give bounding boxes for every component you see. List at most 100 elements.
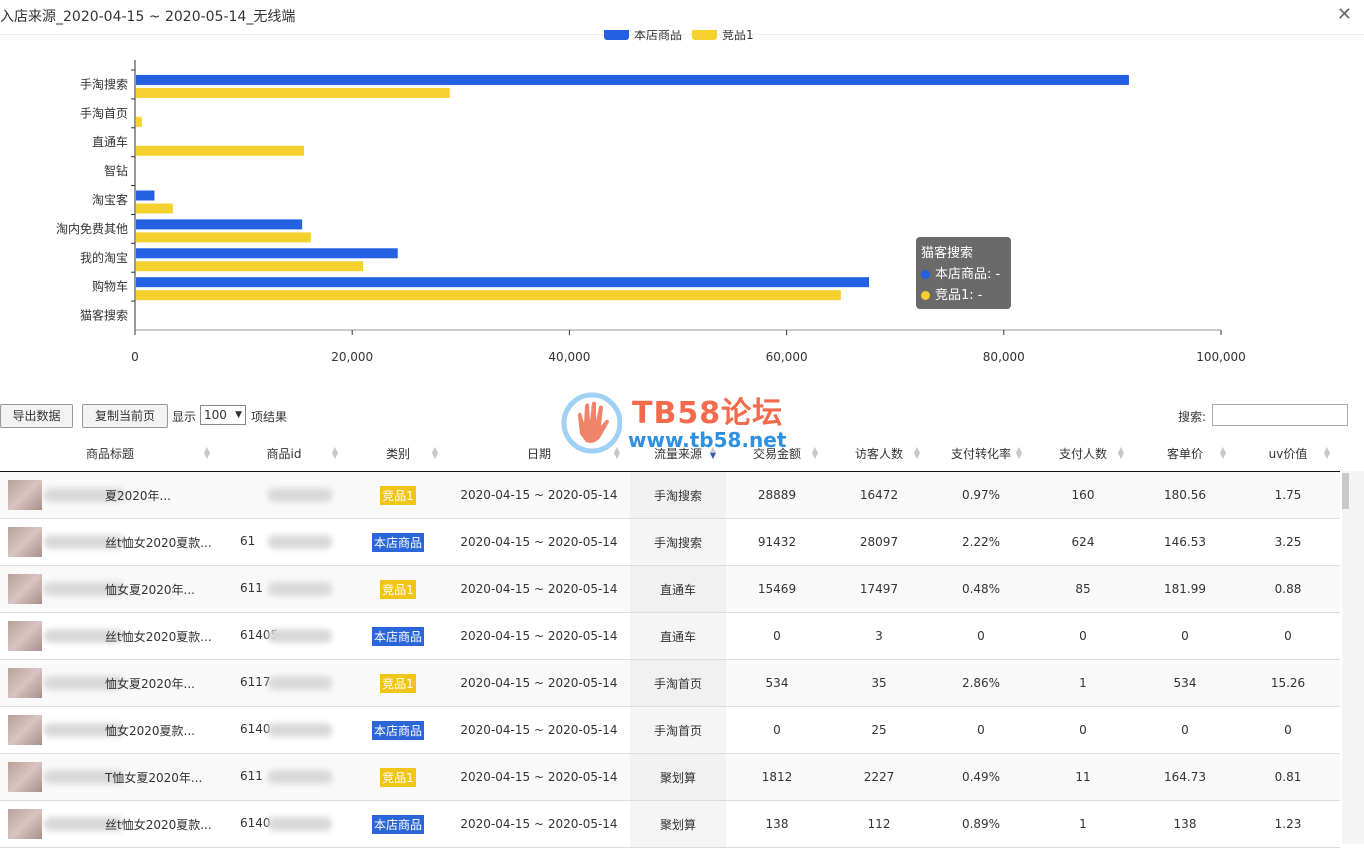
visitors-cell: 25 bbox=[828, 706, 930, 754]
header-col-amount[interactable]: 交易金额 ▲ ▼ bbox=[726, 435, 828, 472]
header-label: 支付转化率 bbox=[950, 446, 1011, 461]
sort-arrows-icon: ▲ ▼ bbox=[1219, 446, 1226, 460]
header-col-id[interactable]: 商品id ▲ ▼ bbox=[220, 435, 348, 472]
uv-cell: 1.23 bbox=[1236, 800, 1340, 848]
header-col-unit-price[interactable]: 客单价 ▲ ▼ bbox=[1134, 435, 1236, 472]
product-title: 恤女夏2020年... bbox=[105, 583, 195, 597]
table-row[interactable]: T恤女夏2020年... 611 竞品1 2020-04-15 ~ 2020-05-1… bbox=[0, 753, 1340, 801]
product-title-cell[interactable]: 丝t恤女2020夏款... bbox=[0, 800, 220, 848]
header-label: 商品id bbox=[266, 446, 302, 461]
amount-cell: 28889 bbox=[726, 471, 828, 519]
page-size-value: 100 bbox=[204, 408, 227, 422]
copy-current-page-button[interactable]: 复制当前页 bbox=[82, 404, 168, 428]
sort-arrows-icon: ▲ ▼ bbox=[913, 446, 920, 460]
buyers-cell: 0 bbox=[1032, 612, 1134, 660]
visitors-cell: 35 bbox=[828, 659, 930, 707]
table-row[interactable]: 丝t恤女2020夏款... 61 本店商品 2020-04-15 ~ 2020-05-… bbox=[0, 518, 1340, 566]
header-col-visitors[interactable]: 访客人数 ▲ ▼ bbox=[828, 435, 930, 472]
visitors-cell: 16472 bbox=[828, 471, 930, 519]
product-id: 6140 bbox=[240, 816, 271, 830]
date-cell: 2020-04-15 ~ 2020-05-14 bbox=[448, 659, 630, 707]
category-cell: 竞品1 bbox=[348, 753, 448, 801]
header-col-uv[interactable]: uv价值 ▲ ▼ bbox=[1236, 435, 1340, 472]
own-series-dot-icon bbox=[921, 270, 930, 279]
header-col-type[interactable]: 类别 ▲ ▼ bbox=[348, 435, 448, 472]
category-badge: 竞品1 bbox=[380, 767, 416, 787]
tooltip-line-competitor-text: 竞品1: - bbox=[935, 288, 983, 303]
table-header-row: 商品标题 ▲ ▼ 商品id ▲ ▼ 类别 ▲ ▼ 日期 ▲ ▼ 流量来源 ▲ ▼ 交易金额 ▲ ▼ 访客人数 ▲ ▼ 支付… bbox=[0, 435, 1340, 472]
category-label: 猫客搜索 bbox=[80, 308, 128, 323]
amount-cell: 91432 bbox=[726, 518, 828, 566]
header-label: 客单价 bbox=[1166, 446, 1203, 461]
table-row[interactable]: 夏2020年... 竞品1 2020-04-15 ~ 2020-05-14 手淘搜索 2… bbox=[0, 471, 1340, 519]
header-col-title[interactable]: 商品标题 ▲ ▼ bbox=[0, 435, 220, 472]
bar-competitor bbox=[136, 87, 450, 98]
header-col-buyers[interactable]: 支付人数 ▲ ▼ bbox=[1032, 435, 1134, 472]
table-row[interactable]: 恤女2020夏款... 6140 本店商品 2020-04-15 ~ 2020-05-… bbox=[0, 706, 1340, 754]
uv-cell: 0 bbox=[1236, 612, 1340, 660]
legend-swatch-0 bbox=[604, 26, 629, 40]
category-label: 直通车 bbox=[92, 134, 128, 149]
date-cell: 2020-04-15 ~ 2020-05-14 bbox=[448, 706, 630, 754]
table-row[interactable]: 恤女夏2020年... 6117 竞品1 2020-04-15 ~ 2020-05-1… bbox=[0, 659, 1340, 707]
tooltip-line-own-text: 本店商品: - bbox=[935, 267, 1001, 282]
sort-down-icon: ▼ bbox=[1323, 451, 1330, 460]
category-badge: 本店商品 bbox=[371, 720, 424, 740]
date-cell: 2020-04-15 ~ 2020-05-14 bbox=[448, 753, 630, 801]
product-title-cell[interactable]: 恤女夏2020年... bbox=[0, 565, 220, 613]
source-cell: 手淘首页 bbox=[630, 659, 726, 707]
product-title-cell[interactable]: 恤女2020夏款... bbox=[0, 706, 220, 754]
sort-down-icon: ▼ bbox=[1219, 451, 1226, 460]
sort-arrows-icon: ▲ ▼ bbox=[332, 446, 338, 460]
header-label: 流量来源 bbox=[653, 446, 702, 461]
table-scrollbar[interactable] bbox=[1342, 471, 1364, 844]
sort-down-icon: ▼ bbox=[913, 451, 920, 460]
visitors-cell: 2227 bbox=[828, 753, 930, 801]
sort-down-icon: ▼ bbox=[811, 451, 818, 460]
product-title-cell[interactable]: 丝t恤女2020夏款... bbox=[0, 612, 220, 660]
product-title-cell[interactable]: T恤女夏2020年... bbox=[0, 753, 220, 801]
page-size-select[interactable]: 100 ▼ bbox=[200, 405, 246, 425]
uv-cell: 0.81 bbox=[1236, 753, 1340, 801]
sort-arrows-icon: ▲ ▼ bbox=[1118, 446, 1124, 460]
visitors-cell: 17497 bbox=[828, 565, 930, 613]
buyers-cell: 85 bbox=[1032, 565, 1134, 613]
source-cell: 手淘搜索 bbox=[630, 471, 726, 519]
redacted-id bbox=[268, 582, 332, 596]
header-label: 交易金额 bbox=[752, 446, 801, 461]
product-title-cell[interactable]: 丝t恤女2020夏款... bbox=[0, 518, 220, 566]
category-cell: 竞品1 bbox=[348, 565, 448, 613]
buyers-cell: 0 bbox=[1032, 706, 1134, 754]
bar-competitor bbox=[136, 261, 363, 272]
export-data-button[interactable]: 导出数据 bbox=[0, 404, 73, 428]
source-cell: 手淘首页 bbox=[630, 706, 726, 754]
search-input[interactable] bbox=[1212, 404, 1348, 426]
product-thumbnail bbox=[8, 527, 42, 557]
table-body: 夏2020年... 竞品1 2020-04-15 ~ 2020-05-14 手淘搜索 2… bbox=[0, 471, 1340, 848]
sort-arrows-icon: ▲ ▼ bbox=[432, 446, 438, 460]
product-title: 恤女夏2020年... bbox=[105, 677, 195, 691]
bar-own bbox=[136, 277, 870, 288]
close-icon[interactable]: ✕ bbox=[1337, 4, 1352, 25]
product-id-cell bbox=[220, 471, 348, 519]
bar-chart: 本店商品 竞品1手淘搜索手淘首页直通车智钻淘宝客淘内免费其他我的淘宝购物车猫客搜索… bbox=[56, 26, 1246, 364]
date-cell: 2020-04-15 ~ 2020-05-14 bbox=[448, 800, 630, 848]
category-cell: 本店商品 bbox=[348, 706, 448, 754]
header-label: 支付人数 bbox=[1058, 446, 1107, 461]
product-title-cell[interactable]: 恤女夏2020年... bbox=[0, 659, 220, 707]
product-id: 6140 bbox=[240, 722, 271, 736]
sort-arrows-icon: ▲ ▼ bbox=[614, 446, 620, 460]
header-col-date[interactable]: 日期 ▲ ▼ bbox=[448, 435, 630, 472]
bar-own bbox=[136, 219, 303, 230]
redacted-id bbox=[268, 817, 332, 831]
product-title-cell[interactable]: 夏2020年... bbox=[0, 471, 220, 519]
category-label: 智钻 bbox=[104, 163, 128, 178]
header-col-source[interactable]: 流量来源 ▲ ▼ bbox=[630, 435, 726, 472]
header-col-conversion[interactable]: 支付转化率 ▲ ▼ bbox=[930, 435, 1032, 472]
scrollbar-thumb[interactable] bbox=[1342, 473, 1349, 509]
header-label: 访客人数 bbox=[854, 446, 903, 461]
bar-competitor bbox=[136, 116, 142, 127]
table-row[interactable]: 恤女夏2020年... 611 竞品1 2020-04-15 ~ 2020-05-14… bbox=[0, 565, 1340, 613]
table-row[interactable]: 丝t恤女2020夏款... 61405 本店商品 2020-04-15 ~ 2020-… bbox=[0, 612, 1340, 660]
table-row[interactable]: 丝t恤女2020夏款... 6140 本店商品 2020-04-15 ~ 2020-0… bbox=[0, 800, 1340, 848]
